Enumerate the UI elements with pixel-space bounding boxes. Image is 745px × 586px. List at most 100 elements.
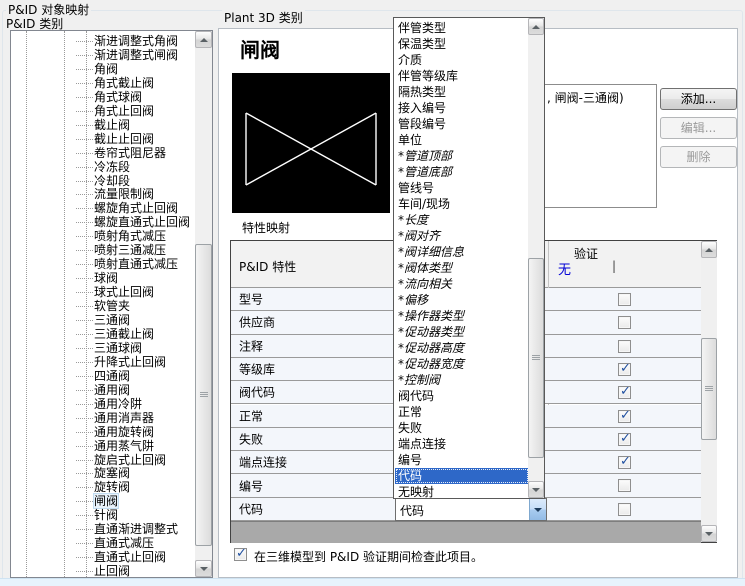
dropdown-item[interactable]: 管线号 xyxy=(395,180,529,196)
validate-none-link[interactable]: 无 xyxy=(558,259,571,278)
dropdown-item[interactable]: 编号 xyxy=(395,452,529,468)
tree-item[interactable]: 止回阀 xyxy=(11,564,195,577)
tree-item[interactable]: 三通阀 xyxy=(11,313,195,327)
dropdown-item[interactable]: 失败 xyxy=(395,420,529,436)
tree-item[interactable]: 角式球阀 xyxy=(11,90,195,104)
validate-checkbox[interactable] xyxy=(618,502,631,516)
tree-item[interactable]: 角式止回阀 xyxy=(11,104,195,118)
scroll-down-icon[interactable] xyxy=(195,560,212,577)
validate-checkbox[interactable]: ✓ xyxy=(618,384,631,400)
dropdown-item[interactable]: 车间/现场 xyxy=(395,196,529,212)
validate-checkbox[interactable]: ✓ xyxy=(618,454,631,470)
tree-item[interactable]: 截止止回阀 xyxy=(11,132,195,146)
tree-item[interactable]: 直通式止回阀 xyxy=(11,550,195,564)
tree-item[interactable]: 渐进调整式角阀 xyxy=(11,34,195,48)
tree-item[interactable]: 流量限制阀 xyxy=(11,187,195,201)
dropdown-item[interactable]: 管段编号 xyxy=(395,116,529,132)
dropdown-item[interactable]: 单位 xyxy=(395,132,529,148)
tree-item[interactable]: 喷射角式减压 xyxy=(11,229,195,243)
pid-category-tree[interactable]: 渐进调整式角阀 渐进调整式闸阀 角阀 角式截止阀 角式球阀 角式止回阀 截止阀 截止止回阀 卷帘… xyxy=(10,30,213,578)
add-button[interactable]: 添加... xyxy=(660,88,737,110)
tree-item[interactable]: 直通式减压 xyxy=(11,536,195,550)
tree-item[interactable]: 闸阀 xyxy=(11,493,195,510)
scroll-up-icon[interactable] xyxy=(195,31,212,48)
dropdown-item[interactable]: *操作器类型 xyxy=(395,308,529,324)
tree-item[interactable]: 渐进调整式闸阀 xyxy=(11,48,195,62)
tree-scrollbar-thumb[interactable] xyxy=(195,244,212,546)
dropdown-item[interactable]: *促动器宽度 xyxy=(395,356,529,372)
dropdown-item[interactable]: *管道顶部 xyxy=(395,148,529,164)
dropdown-item[interactable]: *偏移 xyxy=(395,292,529,308)
tree-item[interactable]: 软管夹 xyxy=(11,299,195,313)
tree-item[interactable]: 直通渐进调整式 xyxy=(11,522,195,536)
scroll-up-icon[interactable] xyxy=(528,18,544,35)
tree-item[interactable]: 截止阀 xyxy=(11,118,195,132)
dropdown-item[interactable]: 端点连接 xyxy=(395,436,529,452)
property-dropdown-list[interactable]: 伴管类型 保温类型 介质 伴管等级库 隔热类型 接入编号 管段编号 单位 *管道顶部 *管道底部管… xyxy=(393,17,545,499)
table-scrollbar-thumb[interactable] xyxy=(701,338,717,440)
tree-item[interactable]: 升降式止回阀 xyxy=(11,355,195,369)
dropdown-item[interactable]: *控制阀 xyxy=(395,372,529,388)
scroll-down-icon[interactable] xyxy=(528,481,544,498)
tree-item[interactable]: 针阀 xyxy=(11,508,195,522)
dropdown-scrollbar-thumb[interactable] xyxy=(528,258,544,458)
dropdown-item[interactable]: *阀详细信息 xyxy=(395,244,529,260)
tree-item[interactable]: 球式止回阀 xyxy=(11,285,195,299)
tree-item[interactable]: 通用旋转阀 xyxy=(11,425,195,439)
table-scrollbar[interactable] xyxy=(701,241,717,542)
dropdown-item[interactable]: 伴管类型 xyxy=(395,20,529,36)
dropdown-item[interactable]: *促动器类型 xyxy=(395,324,529,340)
scroll-down-icon[interactable] xyxy=(701,525,717,542)
validate-checkbox[interactable]: ✓ xyxy=(618,361,631,376)
tree-item[interactable]: 旋启式止回阀 xyxy=(11,453,195,467)
combobox-dropdown-button[interactable] xyxy=(529,499,546,520)
tree-item[interactable]: 旋塞阀 xyxy=(11,466,195,480)
tree-item[interactable]: 螺旋直通式止回阀 xyxy=(11,215,195,229)
dropdown-item[interactable]: *阀体类型 xyxy=(395,260,529,276)
validate-checkbox[interactable]: ✓ xyxy=(618,431,631,446)
tree-item[interactable]: 通用阀 xyxy=(11,383,195,397)
dropdown-item[interactable]: *流向相关 xyxy=(395,276,529,292)
tree-item[interactable]: 三通截止阀 xyxy=(11,327,195,341)
dropdown-item[interactable]: 阀代码 xyxy=(395,388,529,404)
dropdown-item[interactable]: 无映射 xyxy=(395,484,529,498)
tree-item[interactable]: 喷射直通式减压 xyxy=(11,257,195,271)
tree-item[interactable]: 三通球阀 xyxy=(11,341,195,355)
validate-checkbox[interactable] xyxy=(618,339,631,353)
tree-item[interactable]: 冷冻段 xyxy=(11,160,195,174)
validate-checkbox[interactable] xyxy=(618,316,631,330)
validate-checkbox[interactable] xyxy=(618,479,631,493)
tree-item[interactable]: 喷射三通减压 xyxy=(11,243,195,257)
tree-scrollbar[interactable] xyxy=(195,31,212,577)
tree-item[interactable]: 螺旋角式止回阀 xyxy=(11,201,195,215)
tree-item[interactable]: 冷却段 xyxy=(11,174,195,188)
tree-item[interactable]: 通用冷阱 xyxy=(11,397,195,411)
plant3d-property-combobox[interactable]: 代码 xyxy=(395,498,547,521)
tree-item[interactable]: 通用消声器 xyxy=(11,411,195,425)
dropdown-item[interactable]: 隔热类型 xyxy=(395,84,529,100)
scroll-up-icon[interactable] xyxy=(701,241,717,258)
tree-connector xyxy=(76,431,93,433)
dropdown-item[interactable]: *促动器高度 xyxy=(395,340,529,356)
tree-item[interactable]: 角阀 xyxy=(11,62,195,76)
dropdown-item[interactable]: 代码 xyxy=(395,468,529,484)
tree-item[interactable]: 通用蒸气阱 xyxy=(11,439,195,453)
tree-item[interactable]: 角式截止阀 xyxy=(11,76,195,90)
tree-item[interactable]: 卷帘式阻尼器 xyxy=(11,146,195,160)
dropdown-item[interactable]: *长度 xyxy=(395,212,529,228)
dropdown-item[interactable]: 保温类型 xyxy=(395,36,529,52)
dropdown-item[interactable]: 接入编号 xyxy=(395,100,529,116)
footer-checkbox[interactable]: ✓ xyxy=(234,546,247,561)
tree-item[interactable]: 球阀 xyxy=(11,271,195,285)
mapping-list-item[interactable]: , 闸阀-三通阀) xyxy=(547,89,624,106)
validate-checkbox[interactable] xyxy=(618,293,631,306)
dropdown-item[interactable]: *管道底部 xyxy=(395,164,529,180)
dropdown-item[interactable]: 正常 xyxy=(395,404,529,420)
tree-item[interactable]: 四通阀 xyxy=(11,369,195,383)
dropdown-item[interactable]: 伴管等级库 xyxy=(395,68,529,84)
dropdown-scrollbar[interactable] xyxy=(528,18,544,498)
validate-checkbox[interactable]: ✓ xyxy=(618,408,631,423)
tree-item[interactable]: 旋转阀 xyxy=(11,480,195,494)
dropdown-item[interactable]: *阀对齐 xyxy=(395,228,529,244)
dropdown-item[interactable]: 介质 xyxy=(395,52,529,68)
